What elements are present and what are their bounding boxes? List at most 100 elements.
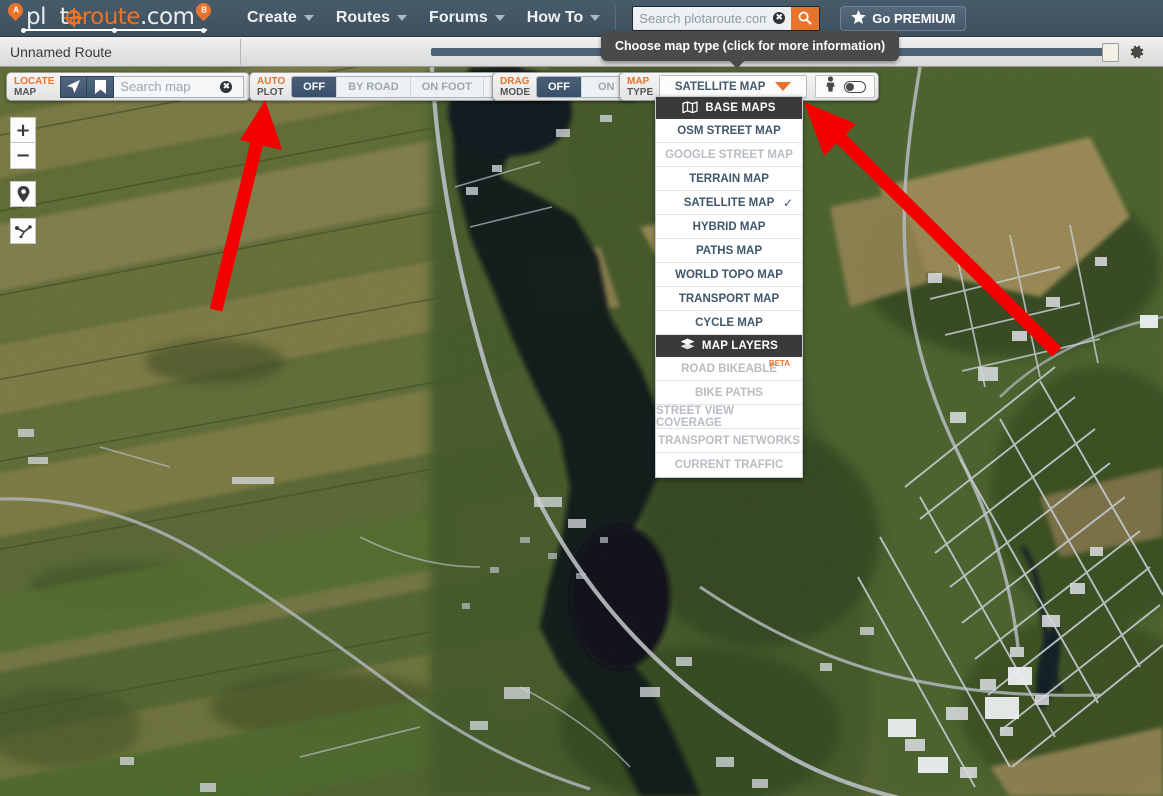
map-type-dropdown-menu[interactable]: BASE MAPS OSM STREET MAP GOOGLE STREET M…	[655, 96, 803, 478]
dropdown-item-label: OSM STREET MAP	[677, 124, 781, 137]
street-view-toggle[interactable]	[844, 80, 867, 93]
dragmode-option-off[interactable]: OFF	[537, 76, 581, 97]
chevron-down-icon	[397, 15, 408, 21]
dropdown-item-transport-map[interactable]: TRANSPORT MAP	[656, 287, 802, 311]
autoplot-option-off[interactable]: OFF	[292, 76, 337, 97]
dropdown-item-label: STREET VIEW COVERAGE	[656, 404, 734, 429]
dropdown-header-map-layers: MAP LAYERS	[656, 335, 802, 357]
logo-dot-left	[21, 27, 26, 33]
pegman-icon[interactable]	[824, 76, 837, 97]
plotaroute-app: + − A plotaroute.com	[0, 0, 1163, 796]
map-type-tooltip: Choose map type (click for more informat…	[601, 31, 900, 69]
dropdown-header-map-layers-label: MAP LAYERS	[701, 340, 779, 352]
search-input[interactable]	[633, 10, 774, 26]
dragmode-label-line2: MODE	[500, 86, 530, 98]
checkmark-icon: ✓	[782, 195, 793, 210]
autoplot-label-line1: AUTO	[257, 75, 286, 87]
clear-icon[interactable]: ✖	[773, 12, 786, 24]
navigation-arrow-icon[interactable]	[60, 75, 88, 98]
dropdown-item-label: HYBRID MAP	[692, 220, 766, 233]
auto-plot-label: AUTO PLOT	[255, 76, 291, 98]
beta-badge: BETA	[768, 359, 790, 368]
logo-text: plotaroute.com	[26, 4, 195, 30]
drag-mode-options[interactable]: OFF ON	[536, 75, 632, 98]
logo-target-icon	[64, 8, 83, 27]
locate-label-line2: MAP	[14, 86, 37, 98]
drag-mode-label: DRAG MODE	[498, 76, 536, 98]
site-logo[interactable]: A plotaroute.com B	[4, 0, 216, 35]
chevron-down-icon	[303, 15, 314, 21]
bookmark-icon[interactable]	[87, 75, 115, 98]
locate-map-label: LOCATE MAP	[12, 76, 60, 98]
dropdown-header-base-maps-label: BASE MAPS	[705, 102, 776, 114]
clear-icon[interactable]: ✖	[220, 80, 233, 93]
dropdown-item-bike-paths: BIKE PATHS	[656, 381, 802, 405]
map-search-input[interactable]	[120, 79, 221, 94]
logo-dot-mid	[112, 27, 117, 33]
dropdown-item-label: SATELLITE MAP	[683, 196, 775, 209]
dropdown-item-label: CURRENT TRAFFIC	[674, 459, 784, 471]
autoplot-option-by-road[interactable]: BY ROAD	[336, 76, 410, 97]
dropdown-item-road-bikeable: ROAD BIKEABLE BETA	[656, 357, 802, 381]
dropdown-item-label: PATHS MAP	[695, 244, 763, 257]
search-icon[interactable]	[791, 6, 820, 30]
dropdown-item-label: TRANSPORT NETWORKS	[658, 434, 800, 447]
maptype-label-line2: TYPE	[627, 86, 654, 98]
dropdown-item-transport-networks: TRANSPORT NETWORKS	[656, 429, 802, 453]
street-view-controls[interactable]	[815, 75, 876, 98]
logo-pin-a-label: A	[12, 5, 19, 15]
top-navigation-bar: A plotaroute.com B Create Routes Forums	[0, 0, 1163, 37]
chevron-down-icon	[494, 15, 505, 21]
dropdown-item-world-topo-map[interactable]: WORLD TOPO MAP	[656, 263, 802, 287]
star-icon	[851, 9, 866, 27]
dropdown-item-label: BIKE PATHS	[695, 386, 763, 399]
nav-item-forums-label: Forums	[429, 9, 488, 26]
nav-item-create-label: Create	[247, 9, 297, 26]
main-nav: Create Routes Forums How To	[236, 0, 620, 37]
dropdown-item-terrain-map[interactable]: TERRAIN MAP	[656, 167, 802, 191]
map-type-dropdown-button[interactable]: SATELLITE MAP	[659, 75, 808, 98]
dropdown-item-osm-street-map[interactable]: OSM STREET MAP	[656, 119, 802, 143]
nav-item-howto[interactable]: How To	[516, 0, 612, 37]
map-search[interactable]: ✖	[114, 75, 245, 98]
dropdown-item-label: GOOGLE STREET MAP	[665, 148, 793, 161]
autoplot-option-on-foot[interactable]: ON FOOT	[409, 76, 483, 97]
nav-item-routes-label: Routes	[335, 9, 391, 26]
zoom-in-icon[interactable]: +	[10, 117, 36, 143]
logo-pin-a-icon: A	[4, 0, 27, 22]
nav-item-routes[interactable]: Routes	[325, 0, 418, 37]
route-nodes-icon[interactable]	[10, 218, 36, 244]
dropdown-item-hybrid-map[interactable]: HYBRID MAP	[656, 215, 802, 239]
go-premium-button[interactable]: Go PREMIUM	[840, 5, 967, 31]
locate-map-panel[interactable]: LOCATE MAP ✖	[6, 72, 251, 101]
map-zoom-controls[interactable]: + −	[10, 117, 36, 244]
map-type-label: MAP TYPE	[625, 76, 659, 98]
zoom-out-icon[interactable]: −	[10, 143, 36, 169]
dropdown-item-google-street-map: GOOGLE STREET MAP	[656, 143, 802, 167]
gear-icon[interactable]	[1127, 43, 1145, 61]
route-title-bar: Unnamed Route	[0, 37, 1163, 67]
dropdown-item-label: ROAD BIKEABLE	[681, 362, 777, 375]
nav-item-howto-label: How To	[526, 9, 584, 26]
dropdown-item-cycle-map[interactable]: CYCLE MAP	[656, 311, 802, 335]
satellite-map-imagery[interactable]	[0, 67, 1163, 796]
map-pin-icon[interactable]	[10, 181, 36, 207]
nav-item-create[interactable]: Create	[236, 0, 325, 37]
dropdown-item-paths-map[interactable]: PATHS MAP	[656, 239, 802, 263]
logo-dot-right	[201, 27, 206, 33]
logo-pin-b-label: B	[200, 5, 207, 15]
map-viewport[interactable]: + −	[0, 67, 1163, 796]
site-search[interactable]: ✖	[632, 5, 821, 31]
dropdown-header-base-maps: BASE MAPS	[656, 97, 802, 119]
maptype-label-line1: MAP	[627, 75, 650, 87]
dropdown-item-satellite-map[interactable]: SATELLITE MAP ✓	[656, 191, 802, 215]
triangle-down-icon	[775, 82, 792, 91]
drag-mode-panel[interactable]: DRAG MODE OFF ON	[492, 72, 638, 101]
layers-icon	[680, 338, 695, 354]
chevron-down-icon	[590, 15, 601, 21]
slider-handle[interactable]	[1102, 42, 1119, 62]
route-name-field[interactable]: Unnamed Route	[0, 44, 240, 60]
tooltip-text: Choose map type (click for more informat…	[615, 39, 886, 53]
dropdown-item-current-traffic: CURRENT TRAFFIC	[656, 453, 802, 477]
nav-item-forums[interactable]: Forums	[418, 0, 516, 37]
